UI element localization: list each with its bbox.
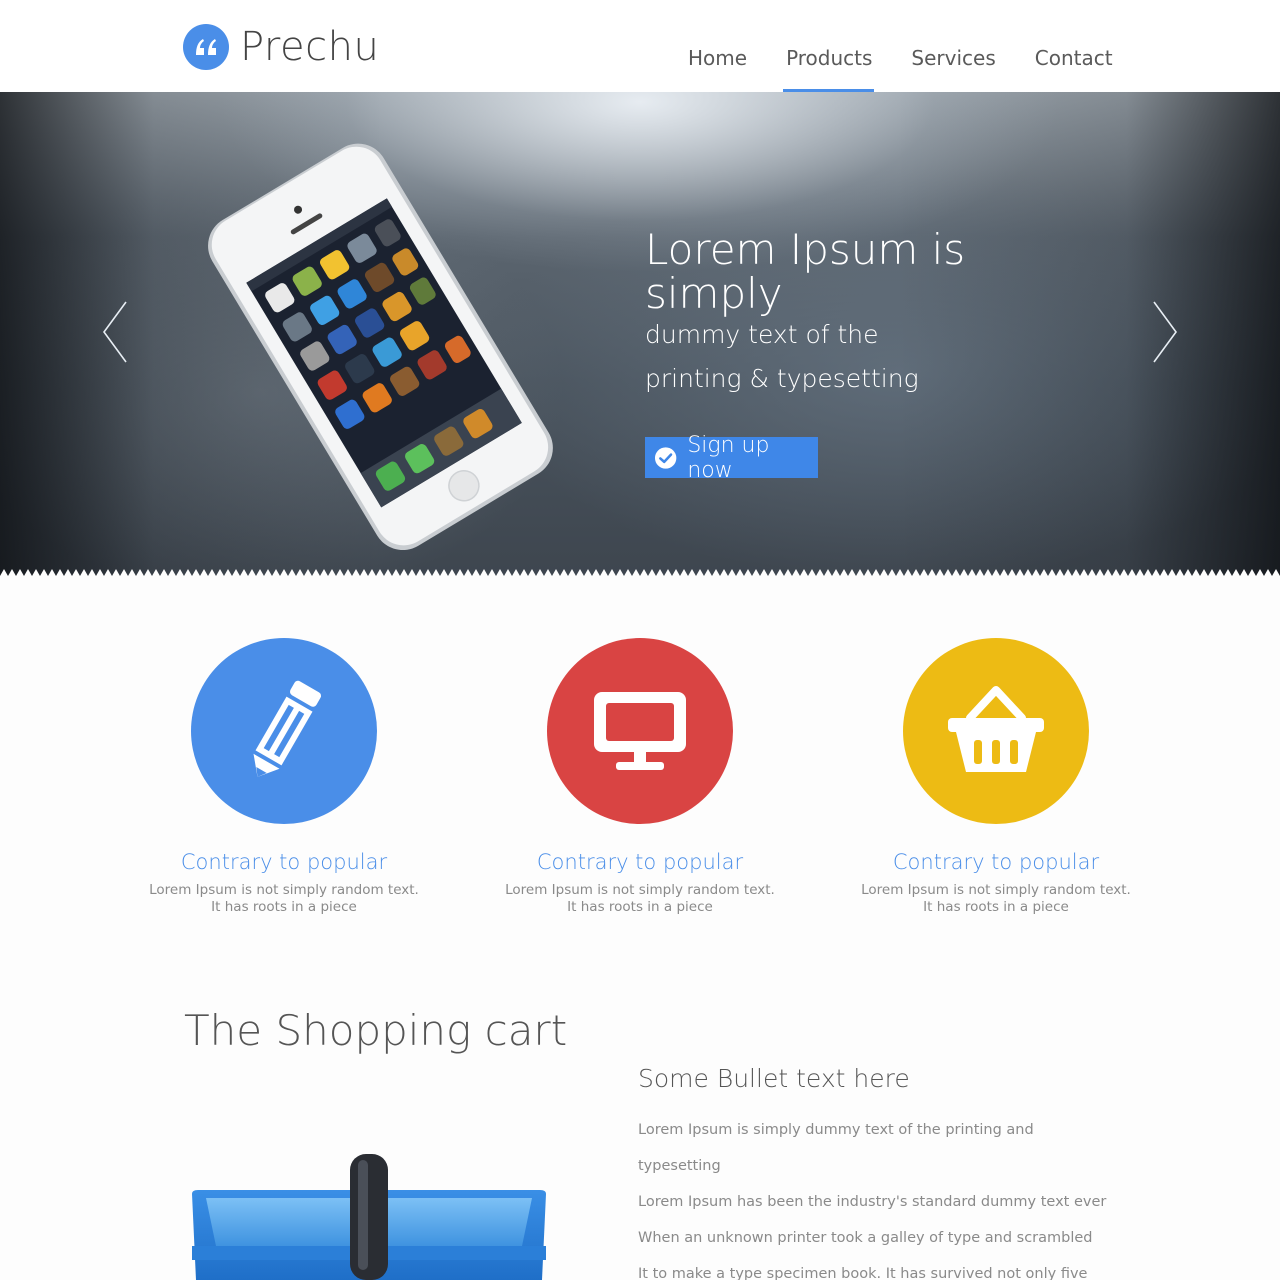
hero-title: Lorem Ipsum is simply — [645, 225, 966, 318]
bullet-line: Lorem Ipsum has been the industry's stan… — [638, 1194, 1107, 1210]
bullet-line: Lorem Ipsum is simply dummy text of the … — [638, 1122, 1034, 1138]
bullet-line: When an unknown printer took a galley of… — [638, 1230, 1093, 1246]
sign-up-label: Sign up now — [687, 432, 770, 483]
nav-services[interactable]: Services — [891, 46, 1014, 92]
monitor-icon — [594, 692, 686, 770]
smartphone-image — [208, 143, 553, 550]
feature-circle — [547, 638, 733, 824]
site-header: Prechu Home Products Services Contact — [0, 0, 1280, 92]
basket-icon — [948, 686, 1044, 772]
feature-desc-line: It has roots in a piece — [211, 899, 357, 915]
feature-title[interactable]: Contrary to popular — [134, 850, 434, 874]
feature-card: Contrary to popular Lorem Ipsum is not s… — [490, 638, 790, 916]
feature-circle — [903, 638, 1089, 824]
section-title: The Shopping cart — [184, 1006, 568, 1055]
feature-desc-line: It has roots in a piece — [567, 899, 713, 915]
quote-icon — [183, 24, 229, 70]
feature-title[interactable]: Contrary to popular — [490, 850, 790, 874]
brand-name: Prechu — [240, 24, 380, 70]
sign-up-button[interactable]: Sign up now — [645, 433, 818, 483]
check-circle-icon — [654, 446, 677, 469]
hero-subtitle-line2: printing & typesetting — [645, 364, 919, 393]
logo[interactable]: Prechu — [183, 24, 379, 70]
feature-desc-line: It has roots in a piece — [923, 899, 1069, 915]
chevron-left-icon[interactable] — [100, 300, 130, 364]
shopping-basket-image — [192, 1154, 546, 1280]
hero-slider: Lorem Ipsum is simply dummy text of the … — [0, 92, 1280, 576]
feature-title[interactable]: Contrary to popular — [846, 850, 1146, 874]
nav-contact[interactable]: Contact — [1015, 46, 1132, 92]
feature-circle — [191, 638, 377, 824]
feature-card: Contrary to popular Lorem Ipsum is not s… — [134, 638, 434, 916]
feature-description: Lorem Ipsum is not simply random text. I… — [846, 882, 1146, 916]
nav-home[interactable]: Home — [668, 46, 766, 92]
nav-products[interactable]: Products — [766, 46, 891, 92]
main-nav: Home Products Services Contact — [668, 46, 1132, 92]
bullet-heading: Some Bullet text here — [638, 1064, 910, 1093]
feature-description: Lorem Ipsum is not simply random text. I… — [490, 882, 790, 916]
feature-description: Lorem Ipsum is not simply random text. I… — [134, 882, 434, 916]
hero-subtitle-line1: dummy text of the — [645, 320, 879, 349]
feature-desc-line: Lorem Ipsum is not simply random text. — [505, 882, 775, 898]
feature-desc-line: Lorem Ipsum is not simply random text. — [149, 882, 419, 898]
bullet-line: It to make a type specimen book. It has … — [638, 1266, 1088, 1280]
pencil-icon — [253, 680, 322, 777]
bullet-line: typesetting — [638, 1158, 721, 1174]
bullet-list: Lorem Ipsum is simply dummy text of the … — [638, 1112, 1108, 1280]
feature-card: Contrary to popular Lorem Ipsum is not s… — [846, 638, 1146, 916]
zigzag-divider — [0, 569, 1280, 576]
feature-desc-line: Lorem Ipsum is not simply random text. — [861, 882, 1131, 898]
chevron-right-icon[interactable] — [1150, 300, 1180, 364]
